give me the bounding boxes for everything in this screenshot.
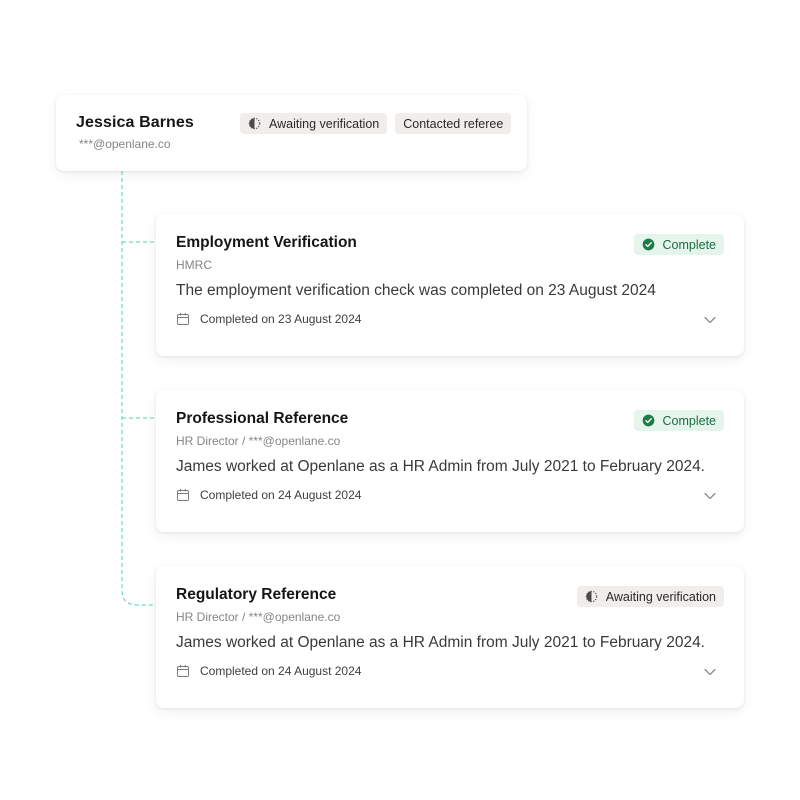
chevron-down-icon[interactable] [704, 492, 716, 500]
half-circle-icon [248, 117, 261, 130]
check-circle-icon [642, 238, 654, 251]
calendar-icon [177, 313, 189, 325]
badge-label: Awaiting verification [269, 116, 380, 131]
check-circle-icon [642, 414, 654, 427]
check-date-label: Completed on 23 August 2024 [200, 312, 362, 326]
chevron-down-icon[interactable] [704, 316, 716, 324]
check-subtitle: HR Director / ***@openlane.co [176, 434, 341, 448]
status-badge-awaiting: Awaiting verification [240, 113, 388, 134]
badge-label: Complete [662, 237, 717, 252]
check-subtitle: HMRC [176, 258, 212, 272]
status-badge-complete: Complete [633, 234, 724, 255]
candidate-card[interactable]: Jessica Barnes ***@openlane.co Awaiting … [56, 95, 527, 171]
check-card-employment[interactable]: Employment Verification HMRC The employm… [156, 214, 744, 356]
status-badge-awaiting: Awaiting verification [576, 586, 724, 607]
check-date-label: Completed on 24 August 2024 [200, 664, 362, 678]
candidate-badges: Awaiting verification Contacted referee [240, 113, 512, 134]
calendar-icon [177, 489, 189, 501]
check-title: Employment Verification [176, 234, 357, 251]
status-badge-contacted: Contacted referee [395, 113, 512, 134]
badge-label: Awaiting verification [605, 589, 716, 604]
badge-label: Contacted referee [403, 116, 504, 131]
chevron-down-icon[interactable] [704, 668, 716, 676]
check-title: Professional Reference [176, 410, 349, 427]
check-date: Completed on 23 August 2024 [176, 312, 361, 326]
check-description: James worked at Openlane as a HR Admin f… [176, 458, 705, 475]
verification-overview: Jessica Barnes ***@openlane.co Awaiting … [0, 0, 800, 800]
check-title: Regulatory Reference [176, 586, 337, 603]
check-date: Completed on 24 August 2024 [176, 488, 361, 502]
connector-trunk [121, 171, 156, 606]
check-date-label: Completed on 24 August 2024 [200, 488, 362, 502]
calendar-icon [177, 665, 189, 677]
check-date: Completed on 24 August 2024 [176, 664, 361, 678]
half-circle-icon [585, 590, 597, 603]
candidate-email: ***@openlane.co [79, 137, 171, 151]
check-card-regulatory[interactable]: Regulatory Reference HR Director / ***@o… [156, 566, 744, 708]
check-subtitle: HR Director / ***@openlane.co [176, 610, 341, 624]
status-badge-complete: Complete [633, 410, 724, 431]
check-card-professional[interactable]: Professional Reference HR Director / ***… [156, 390, 744, 532]
check-description: James worked at Openlane as a HR Admin f… [176, 634, 705, 651]
badge-label: Complete [662, 413, 717, 428]
check-description: The employment verification check was co… [176, 282, 656, 299]
candidate-name: Jessica Barnes [76, 114, 194, 131]
